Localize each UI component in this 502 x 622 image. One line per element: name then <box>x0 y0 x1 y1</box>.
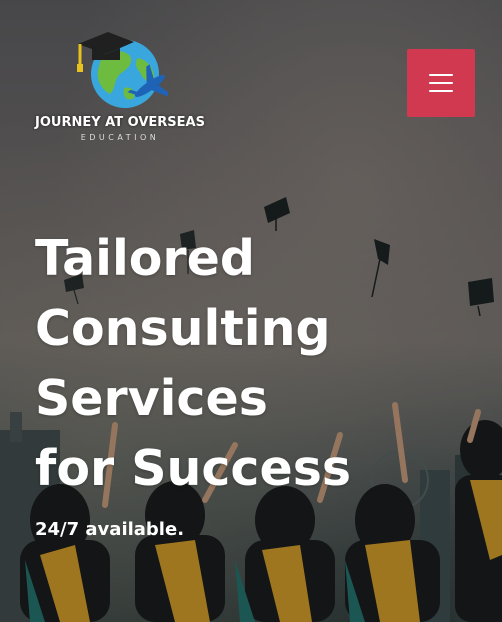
headline-line: Consulting <box>35 300 331 357</box>
brand-logo[interactable]: JOURNEY AT OVERSEAS EDUCATION <box>30 24 210 149</box>
brand-name: JOURNEY AT OVERSEAS <box>35 115 205 130</box>
brand-subtitle: EDUCATION <box>80 133 160 142</box>
headline-line: Services <box>35 370 268 427</box>
headline-line: Tailored <box>35 230 255 287</box>
hero-headline: Tailored Consulting Services for Success <box>35 224 475 504</box>
globe-graduation-cap-airplane-icon <box>77 32 168 108</box>
hero-tagline: 24/7 available. <box>35 519 185 540</box>
headline-line: for Success <box>35 440 352 497</box>
menu-toggle-button[interactable] <box>407 49 475 117</box>
